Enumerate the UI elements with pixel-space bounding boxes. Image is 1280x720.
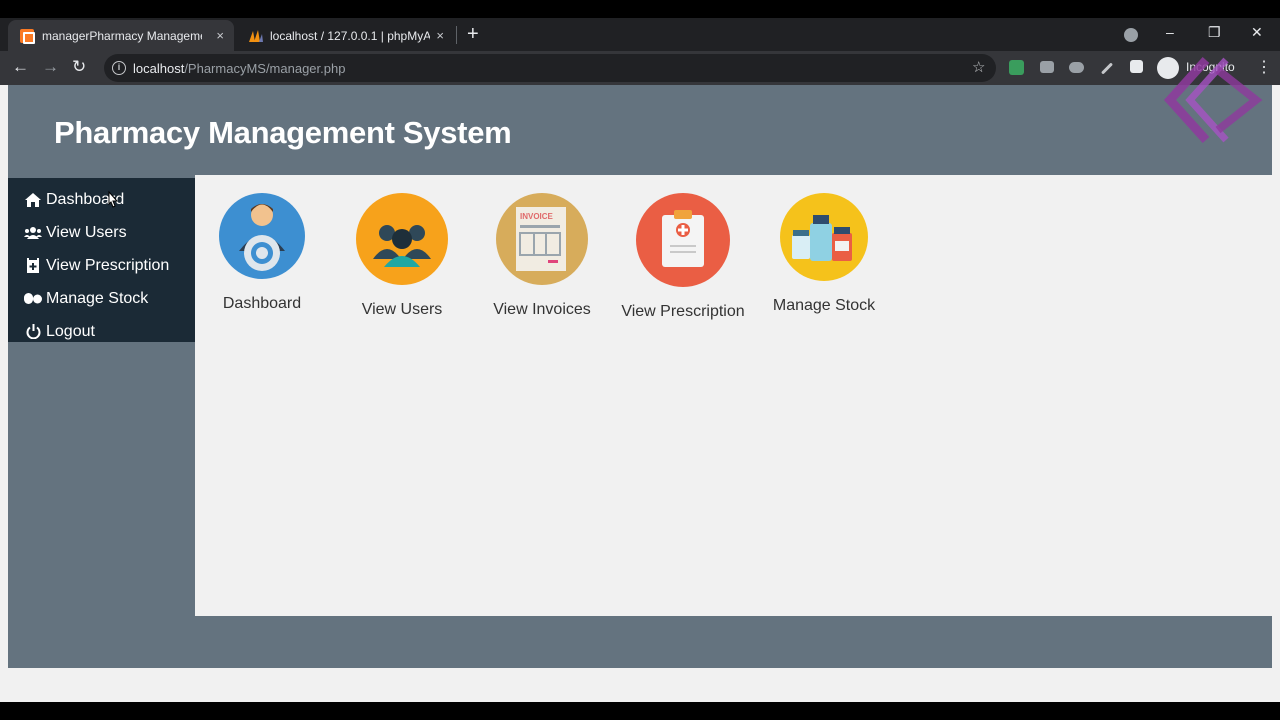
main-content: Dashboard View Users INVOICE View Invoic… (195, 175, 1272, 616)
xampp-icon (20, 28, 35, 44)
tile-label: View Invoices (493, 301, 591, 318)
camera-icon[interactable] (1040, 61, 1054, 73)
back-arrow-icon[interactable]: ← (12, 57, 29, 77)
url-text: localhost/PharmacyMS/manager.php (133, 61, 346, 76)
tile-view-users[interactable]: View Users (332, 193, 472, 319)
sidebar-item-label: Manage Stock (46, 289, 149, 307)
invoice-badge: INVOICE (520, 212, 554, 221)
close-window-button[interactable]: ✕ (1251, 24, 1263, 41)
pills-icon (24, 291, 42, 307)
sidebar-nav: Dashboard View Users View Prescription M… (8, 178, 195, 342)
info-icon[interactable]: i (112, 61, 126, 75)
sidebar-item-view-prescription[interactable]: View Prescription (8, 249, 195, 282)
tab-divider (456, 26, 457, 44)
manager-gear-icon (219, 193, 305, 279)
browser-tab-inactive[interactable]: localhost / 127.0.0.1 | phpMyAdm × (236, 20, 454, 51)
sidebar-item-label: View Users (46, 223, 127, 241)
reload-icon[interactable]: ↻ (72, 57, 86, 77)
home-icon (24, 192, 42, 208)
app-footer (8, 616, 1272, 668)
address-bar[interactable]: i localhost/PharmacyMS/manager.php ☆ (104, 54, 996, 82)
tab-title: localhost / 127.0.0.1 | phpMyAdm (270, 28, 430, 43)
tab-title: managerPharmacy Management (42, 28, 202, 43)
app-header: Pharmacy Management System (8, 56, 1272, 175)
forward-arrow-icon[interactable]: → (42, 57, 59, 77)
sidebar-item-manage-stock[interactable]: Manage Stock (8, 282, 195, 315)
new-tab-button[interactable]: + (467, 23, 479, 45)
tile-manage-stock[interactable]: Manage Stock (754, 193, 894, 315)
tile-label: Dashboard (222, 295, 302, 312)
tile-view-prescription[interactable]: View Prescription (613, 193, 753, 321)
app-title: Pharmacy Management System (54, 115, 512, 150)
tab-search-icon[interactable] (1124, 28, 1138, 42)
tile-label: View Prescription (621, 303, 745, 320)
prescription-icon (24, 258, 42, 274)
tile-dashboard[interactable]: Dashboard (192, 193, 332, 313)
tile-label: View Users (361, 301, 443, 318)
browser-tabbar: managerPharmacy Management × localhost /… (0, 18, 1280, 51)
browser-toolbar: ← → ↻ i localhost/PharmacyMS/manager.php… (0, 51, 1280, 85)
browser-tab-active[interactable]: managerPharmacy Management × (8, 20, 234, 51)
pen-icon[interactable] (1100, 62, 1114, 75)
screen-top-bar (0, 0, 1280, 18)
chevrons-logo-icon (1163, 56, 1263, 144)
phpmyadmin-icon (248, 29, 263, 43)
cloud-icon[interactable] (1069, 62, 1084, 73)
tile-label: Manage Stock (772, 297, 876, 314)
sidebar-item-logout[interactable]: Logout (8, 315, 195, 348)
sidebar-item-label: Logout (46, 322, 95, 340)
minimize-button[interactable]: – (1166, 24, 1174, 40)
mouse-cursor-icon (108, 190, 119, 208)
power-icon (24, 324, 42, 340)
restore-button[interactable]: ❐ (1208, 24, 1221, 41)
bookmark-star-icon[interactable]: ☆ (972, 58, 985, 76)
tile-view-invoices[interactable]: INVOICE View Invoices (472, 193, 612, 319)
invoice-icon: INVOICE (496, 193, 588, 285)
close-tab-icon[interactable]: × (436, 28, 444, 43)
extension-icon[interactable] (1009, 60, 1024, 75)
sidebar-item-view-users[interactable]: View Users (8, 216, 195, 249)
users-icon (24, 225, 42, 241)
sidebar-item-dashboard[interactable]: Dashboard (8, 183, 195, 216)
close-tab-icon[interactable]: × (216, 28, 224, 43)
clipboard-icon (636, 193, 730, 287)
screen-bottom-bar (0, 702, 1280, 720)
puzzle-extensions-icon[interactable] (1130, 60, 1143, 73)
web-page: Pharmacy Management System Dashboard Vie… (0, 56, 1280, 702)
sidebar-item-label: View Prescription (46, 256, 170, 274)
users-group-icon (356, 193, 448, 285)
medicine-bottles-icon (780, 193, 868, 281)
